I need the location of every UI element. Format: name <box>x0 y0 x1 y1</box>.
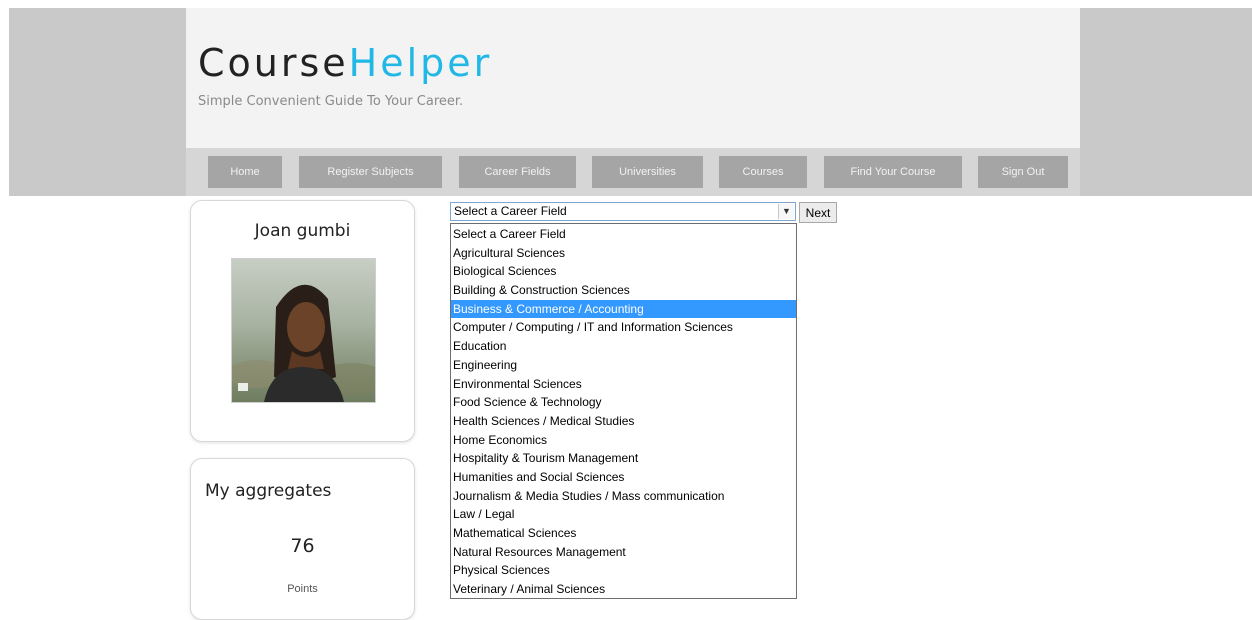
career-field-option[interactable]: Biological Sciences <box>451 262 796 281</box>
aggregates-title: My aggregates <box>205 481 332 501</box>
career-field-option[interactable]: Select a Career Field <box>451 225 796 244</box>
main-nav: Home Register Subjects Career Fields Uni… <box>186 148 1080 196</box>
aggregates-card: My aggregates 76 Points <box>190 458 415 620</box>
nav-courses[interactable]: Courses <box>719 156 807 188</box>
site-tagline: Simple Convenient Guide To Your Career. <box>198 94 464 109</box>
career-field-option[interactable]: Environmental Sciences <box>451 375 796 394</box>
logo-text-course: Course <box>198 41 349 85</box>
nav-register-subjects[interactable]: Register Subjects <box>299 156 442 188</box>
career-field-select[interactable]: Select a Career Field ▼ <box>450 202 796 221</box>
career-field-select-value: Select a Career Field <box>454 204 567 218</box>
career-field-option[interactable]: Hospitality & Tourism Management <box>451 449 796 468</box>
nav-career-fields[interactable]: Career Fields <box>459 156 576 188</box>
site-header: CourseHelper Simple Convenient Guide To … <box>186 8 1080 196</box>
profile-card: Joan gumbi <box>190 200 415 442</box>
career-field-option[interactable]: Computer / Computing / IT and Informatio… <box>451 318 796 337</box>
career-field-option[interactable]: Natural Resources Management <box>451 543 796 562</box>
nav-find-your-course[interactable]: Find Your Course <box>824 156 962 188</box>
profile-name: Joan gumbi <box>254 221 351 241</box>
chevron-down-icon[interactable]: ▼ <box>778 204 794 219</box>
nav-universities[interactable]: Universities <box>592 156 703 188</box>
career-field-option[interactable]: Business & Commerce / Accounting <box>451 299 796 319</box>
career-field-option[interactable]: Veterinary / Animal Sciences <box>451 580 796 599</box>
career-field-option[interactable]: Journalism & Media Studies / Mass commun… <box>451 487 796 506</box>
logo-text-helper: Helper <box>348 41 493 85</box>
aggregates-unit: Points <box>287 583 318 595</box>
career-field-option[interactable]: Health Sciences / Medical Studies <box>451 412 796 431</box>
profile-photo <box>231 258 376 403</box>
nav-home[interactable]: Home <box>208 156 282 188</box>
career-field-option[interactable]: Law / Legal <box>451 505 796 524</box>
career-field-dropdown-list[interactable]: Select a Career Field Agricultural Scienc… <box>450 223 797 599</box>
career-field-option[interactable]: Physical Sciences <box>451 561 796 580</box>
site-logo[interactable]: CourseHelper <box>198 38 492 88</box>
career-field-option[interactable]: Agricultural Sciences <box>451 244 796 263</box>
career-field-option[interactable]: Food Science & Technology <box>451 393 796 412</box>
career-field-option[interactable]: Engineering <box>451 356 796 375</box>
career-field-option[interactable]: Humanities and Social Sciences <box>451 468 796 487</box>
aggregates-value: 76 <box>290 535 315 557</box>
nav-sign-out[interactable]: Sign Out <box>978 156 1068 188</box>
career-field-option[interactable]: Home Economics <box>451 431 796 450</box>
career-field-option[interactable]: Education <box>451 337 796 356</box>
career-field-option[interactable]: Mathematical Sciences <box>451 524 796 543</box>
next-button[interactable]: Next <box>799 202 837 223</box>
profile-photo-image <box>232 259 375 402</box>
career-field-option[interactable]: Building & Construction Sciences <box>451 281 796 300</box>
